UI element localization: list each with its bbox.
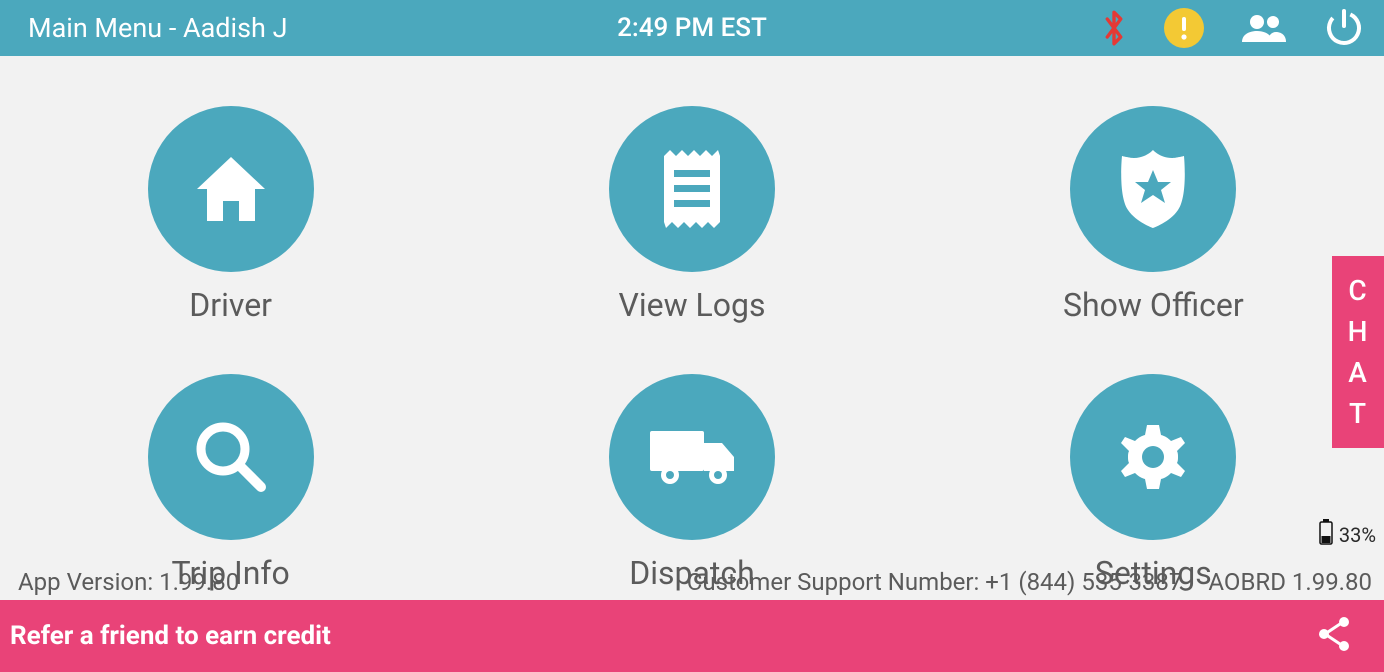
main-menu-grid: Driver View Logs Show Officer (0, 56, 1384, 592)
share-icon[interactable] (1314, 614, 1354, 658)
page-title: Main Menu - Aadish J (28, 12, 287, 44)
header-time: 2:49 PM EST (617, 13, 767, 43)
power-icon[interactable] (1324, 8, 1364, 48)
battery-status: 33% (1319, 519, 1376, 550)
footer-refer-text: Refer a friend to earn credit (10, 621, 331, 651)
bluetooth-icon[interactable] (1100, 10, 1128, 46)
tile-trip-info[interactable]: Trip Info (148, 374, 314, 592)
chat-letter: A (1348, 356, 1368, 389)
search-icon (148, 374, 314, 540)
footer-bar[interactable]: Refer a friend to earn credit (0, 600, 1384, 672)
chat-letter: H (1348, 315, 1369, 348)
chat-letter: C (1348, 274, 1367, 307)
receipt-icon (609, 106, 775, 272)
header-bar: Main Menu - Aadish J 2:49 PM EST (0, 0, 1384, 56)
tile-show-officer[interactable]: Show Officer (1063, 106, 1244, 324)
chat-letter: T (1349, 397, 1367, 430)
alert-icon[interactable] (1164, 8, 1204, 48)
home-icon (148, 106, 314, 272)
support-number: Customer Support Number: +1 (844) 535-33… (687, 568, 1183, 596)
battery-icon (1319, 519, 1333, 550)
header-icons (1100, 8, 1364, 48)
tile-dispatch[interactable]: Dispatch (609, 374, 775, 592)
tile-label-show-officer: Show Officer (1063, 286, 1244, 324)
badge-icon (1070, 106, 1236, 272)
tile-driver[interactable]: Driver (148, 106, 314, 324)
truck-icon (609, 374, 775, 540)
tile-settings[interactable]: Settings (1070, 374, 1236, 592)
gear-icon (1070, 374, 1236, 540)
battery-percent: 33% (1339, 523, 1376, 547)
tile-view-logs[interactable]: View Logs (609, 106, 775, 324)
people-icon[interactable] (1240, 12, 1288, 44)
app-version: App Version: 1.99.80 (18, 568, 239, 596)
tile-label-view-logs: View Logs (618, 286, 765, 324)
aobrd-version: AOBRD 1.99.80 (1208, 568, 1372, 596)
tile-label-driver: Driver (189, 286, 272, 324)
info-line: App Version: 1.99.80 Customer Support Nu… (0, 568, 1384, 596)
chat-tab[interactable]: C H A T (1332, 256, 1384, 448)
